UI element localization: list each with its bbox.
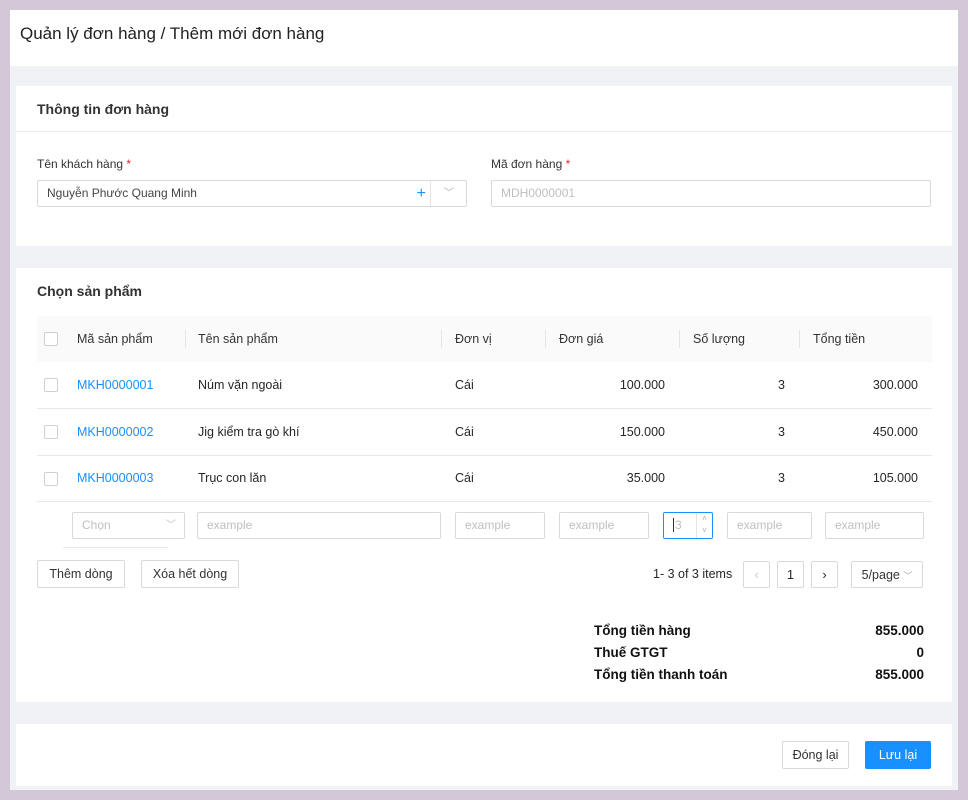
customer-value: Nguyễn Phước Quang Minh <box>47 186 197 200</box>
row-checkbox[interactable] <box>44 378 58 393</box>
products-table: Mã sản phẩm Tên sản phẩm Đơn vị Đơn giá … <box>37 316 932 502</box>
product-qty: 3 <box>679 455 799 502</box>
add-row-button[interactable]: Thêm dòng <box>37 560 125 588</box>
new-total-input[interactable]: example <box>727 512 812 539</box>
product-total: 450.000 <box>799 408 932 456</box>
page-size-select[interactable]: 5/page ﹀ <box>851 561 923 588</box>
product-total: 105.000 <box>799 455 932 502</box>
row-checkbox[interactable] <box>44 471 58 486</box>
customer-label-text: Tên khách hàng <box>37 157 124 171</box>
subtotal-value: 855.000 <box>875 623 924 638</box>
col-price: Đơn giá <box>545 316 679 362</box>
product-unit: Cái <box>441 408 545 456</box>
table-row: MKH0000002 Jig kiểm tra gò khí Cái 150.0… <box>37 408 932 456</box>
order-code-label-text: Mã đơn hàng <box>491 157 563 171</box>
col-total: Tổng tiền <box>799 316 932 362</box>
order-code-input[interactable]: MDH0000001 <box>491 180 931 207</box>
product-unit: Cái <box>441 455 545 502</box>
col-code: Mã sản phẩm <box>77 316 185 362</box>
table-header: Mã sản phẩm Tên sản phẩm Đơn vị Đơn giá … <box>37 316 932 362</box>
page-1-button[interactable]: 1 <box>777 561 804 588</box>
product-qty: 3 <box>679 362 799 409</box>
subtotal-label: Tổng tiền hàng <box>594 623 691 638</box>
product-select-placeholder: Chọn <box>82 518 111 532</box>
product-qty: 3 <box>679 408 799 456</box>
product-code-link[interactable]: MKH0000003 <box>77 455 185 502</box>
clear-rows-button[interactable]: Xóa hết dòng <box>141 560 239 588</box>
product-price: 35.000 <box>545 455 679 502</box>
page-frame: Quản lý đơn hàng / Thêm mới đơn hàng Thô… <box>10 10 958 790</box>
plus-icon[interactable]: + <box>417 181 426 206</box>
required-mark: * <box>565 157 571 171</box>
pagination-info: 1- 3 of 3 items <box>653 567 733 581</box>
product-code-link[interactable]: MKH0000001 <box>77 362 185 409</box>
required-mark: * <box>126 157 132 171</box>
chevron-down-icon: ﹀ <box>166 520 176 531</box>
header: Quản lý đơn hàng / Thêm mới đơn hàng <box>10 10 958 66</box>
col-name: Tên sản phẩm <box>185 316 441 362</box>
page-size-value: 5/page <box>861 568 900 582</box>
vat-value: 0 <box>916 645 924 660</box>
footer-bar: Đóng lại Lưu lại <box>16 724 952 786</box>
select-all-checkbox[interactable] <box>44 332 58 347</box>
product-price: 100.000 <box>545 362 679 409</box>
next-page-button[interactable]: › <box>811 561 838 588</box>
new-price-input[interactable]: example <box>559 512 649 539</box>
prev-page-button[interactable]: ‹ <box>743 561 770 588</box>
product-name: Trục con lăn <box>185 455 441 502</box>
row-checkbox[interactable] <box>44 425 58 440</box>
chevron-down-icon: ﹀ <box>903 571 913 581</box>
products-card: Chọn sản phẩm Mã sản phẩm Tên sản phẩm Đ… <box>16 268 952 702</box>
page-title: Quản lý đơn hàng / Thêm mới đơn hàng <box>20 24 325 43</box>
close-button[interactable]: Đóng lại <box>782 741 849 769</box>
new-name-input[interactable]: example <box>197 512 441 539</box>
save-button[interactable]: Lưu lại <box>865 741 931 769</box>
table-row: MKH0000001 Núm vặn ngoài Cái 100.000 3 3… <box>37 362 932 409</box>
order-code-label: Mã đơn hàng * <box>491 157 570 171</box>
new-unit-input[interactable]: example <box>455 512 545 539</box>
total-value: 855.000 <box>875 667 924 682</box>
product-name: Jig kiểm tra gò khí <box>185 408 441 456</box>
product-price: 150.000 <box>545 408 679 456</box>
product-select[interactable]: Chọn ﹀ <box>72 512 185 539</box>
stepper-arrows-icon[interactable]: ˄ ˅ <box>696 513 712 538</box>
qty-value: 3 <box>673 518 682 532</box>
customer-select[interactable]: Nguyễn Phước Quang Minh + ﹀ <box>37 180 467 207</box>
new-extra-input[interactable]: example <box>825 512 924 539</box>
customer-label: Tên khách hàng * <box>37 157 131 171</box>
order-info-title: Thông tin đơn hàng <box>16 86 952 132</box>
products-title: Chọn sản phẩm <box>37 283 143 299</box>
product-name: Núm vặn ngoài <box>185 362 441 409</box>
vat-label: Thuế GTGT <box>594 645 668 660</box>
col-qty: Số lượng <box>679 316 799 362</box>
order-info-card: Thông tin đơn hàng Tên khách hàng * Nguy… <box>16 86 952 246</box>
new-qty-stepper[interactable]: 3 ˄ ˅ <box>663 512 713 539</box>
product-code-link[interactable]: MKH0000002 <box>77 408 185 456</box>
total-label: Tổng tiền thanh toán <box>594 667 728 682</box>
table-row: MKH0000003 Trục con lăn Cái 35.000 3 105… <box>37 455 932 502</box>
chevron-down-icon[interactable]: ﹀ <box>444 181 454 206</box>
col-unit: Đơn vị <box>441 316 545 362</box>
product-unit: Cái <box>441 362 545 409</box>
product-total: 300.000 <box>799 362 932 409</box>
